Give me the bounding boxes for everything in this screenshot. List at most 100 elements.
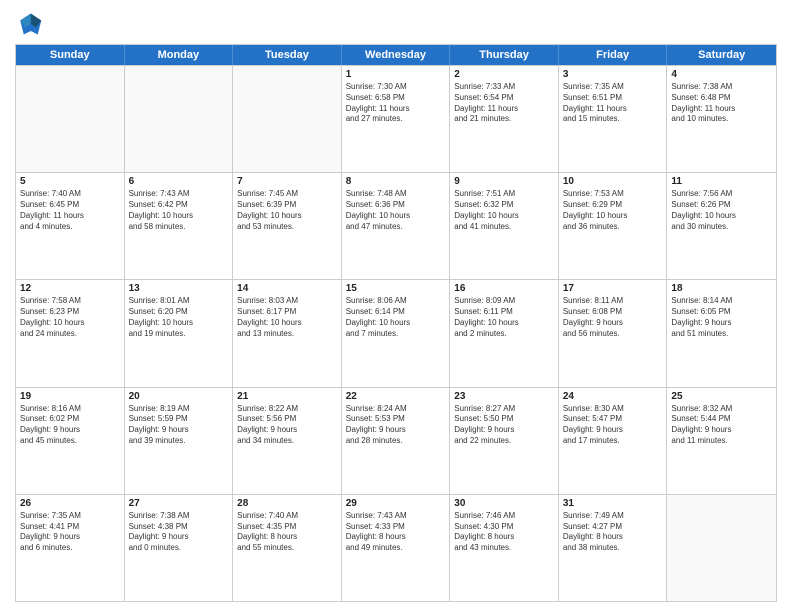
cell-info: Sunrise: 8:27 AM Sunset: 5:50 PM Dayligh… xyxy=(454,404,554,447)
calendar-cell-15: 15 Sunrise: 8:06 AM Sunset: 6:14 PM Dayli… xyxy=(342,280,451,386)
header-day-monday: Monday xyxy=(125,45,234,65)
cell-info: Sunrise: 7:56 AM Sunset: 6:26 PM Dayligh… xyxy=(671,189,772,232)
calendar-cell-2: 2 Sunrise: 7:33 AM Sunset: 6:54 PM Daylig… xyxy=(450,66,559,172)
calendar-header: SundayMondayTuesdayWednesdayThursdayFrid… xyxy=(16,45,776,65)
day-number: 14 xyxy=(237,283,337,294)
day-number: 15 xyxy=(346,283,446,294)
header-day-friday: Friday xyxy=(559,45,668,65)
calendar-row-3: 19 Sunrise: 8:16 AM Sunset: 6:02 PM Dayli… xyxy=(16,387,776,494)
header-day-wednesday: Wednesday xyxy=(342,45,451,65)
day-number: 18 xyxy=(671,283,772,294)
calendar-cell-13: 13 Sunrise: 8:01 AM Sunset: 6:20 PM Dayli… xyxy=(125,280,234,386)
cell-info: Sunrise: 8:14 AM Sunset: 6:05 PM Dayligh… xyxy=(671,296,772,339)
calendar-cell-29: 29 Sunrise: 7:43 AM Sunset: 4:33 PM Dayli… xyxy=(342,495,451,601)
calendar-row-1: 5Sunrise: 7:40 AM Sunset: 6:45 PM Daylig… xyxy=(16,172,776,279)
calendar-cell-17: 17 Sunrise: 8:11 AM Sunset: 6:08 PM Dayli… xyxy=(559,280,668,386)
day-number: 17 xyxy=(563,283,663,294)
calendar-cell-31: 31Sunrise: 7:49 AM Sunset: 4:27 PM Dayli… xyxy=(559,495,668,601)
day-number: 5 xyxy=(20,176,120,187)
day-number: 9 xyxy=(454,176,554,187)
day-number: 19 xyxy=(20,391,120,402)
calendar-cell-11: 11 Sunrise: 7:56 AM Sunset: 6:26 PM Dayli… xyxy=(667,173,776,279)
day-number: 25 xyxy=(671,391,772,402)
cell-info: Sunrise: 7:33 AM Sunset: 6:54 PM Dayligh… xyxy=(454,82,554,125)
calendar-cell-10: 10 Sunrise: 7:53 AM Sunset: 6:29 PM Dayli… xyxy=(559,173,668,279)
cell-info: Sunrise: 7:35 AM Sunset: 6:51 PM Dayligh… xyxy=(563,82,663,125)
cell-info: Sunrise: 8:32 AM Sunset: 5:44 PM Dayligh… xyxy=(671,404,772,447)
cell-info: Sunrise: 7:35 AM Sunset: 4:41 PM Dayligh… xyxy=(20,511,120,554)
day-number: 11 xyxy=(671,176,772,187)
calendar-cell-4: 4Sunrise: 7:38 AM Sunset: 6:48 PM Daylig… xyxy=(667,66,776,172)
day-number: 7 xyxy=(237,176,337,187)
calendar-cell-empty-0-2 xyxy=(233,66,342,172)
calendar-cell-empty-0-0 xyxy=(16,66,125,172)
calendar-cell-6: 6 Sunrise: 7:43 AM Sunset: 6:42 PM Daylig… xyxy=(125,173,234,279)
cell-info: Sunrise: 7:53 AM Sunset: 6:29 PM Dayligh… xyxy=(563,189,663,232)
calendar-cell-8: 8 Sunrise: 7:48 AM Sunset: 6:36 PM Daylig… xyxy=(342,173,451,279)
calendar-cell-28: 28 Sunrise: 7:40 AM Sunset: 4:35 PM Dayli… xyxy=(233,495,342,601)
day-number: 2 xyxy=(454,69,554,80)
calendar-body: 1Sunrise: 7:30 AM Sunset: 6:58 PM Daylig… xyxy=(16,65,776,601)
calendar-cell-30: 30 Sunrise: 7:46 AM Sunset: 4:30 PM Dayli… xyxy=(450,495,559,601)
cell-info: Sunrise: 7:43 AM Sunset: 6:42 PM Dayligh… xyxy=(129,189,229,232)
calendar-row-2: 12 Sunrise: 7:58 AM Sunset: 6:23 PM Dayli… xyxy=(16,279,776,386)
logo-icon xyxy=(15,10,43,38)
cell-info: Sunrise: 8:03 AM Sunset: 6:17 PM Dayligh… xyxy=(237,296,337,339)
day-number: 29 xyxy=(346,498,446,509)
calendar-cell-empty-4-6 xyxy=(667,495,776,601)
day-number: 12 xyxy=(20,283,120,294)
calendar-cell-5: 5Sunrise: 7:40 AM Sunset: 6:45 PM Daylig… xyxy=(16,173,125,279)
cell-info: Sunrise: 8:16 AM Sunset: 6:02 PM Dayligh… xyxy=(20,404,120,447)
calendar-cell-14: 14 Sunrise: 8:03 AM Sunset: 6:17 PM Dayli… xyxy=(233,280,342,386)
calendar-cell-23: 23 Sunrise: 8:27 AM Sunset: 5:50 PM Dayli… xyxy=(450,388,559,494)
calendar-cell-3: 3 Sunrise: 7:35 AM Sunset: 6:51 PM Daylig… xyxy=(559,66,668,172)
calendar-cell-1: 1Sunrise: 7:30 AM Sunset: 6:58 PM Daylig… xyxy=(342,66,451,172)
calendar-cell-25: 25 Sunrise: 8:32 AM Sunset: 5:44 PM Dayli… xyxy=(667,388,776,494)
cell-info: Sunrise: 8:22 AM Sunset: 5:56 PM Dayligh… xyxy=(237,404,337,447)
day-number: 27 xyxy=(129,498,229,509)
cell-info: Sunrise: 7:48 AM Sunset: 6:36 PM Dayligh… xyxy=(346,189,446,232)
cell-info: Sunrise: 7:40 AM Sunset: 4:35 PM Dayligh… xyxy=(237,511,337,554)
day-number: 8 xyxy=(346,176,446,187)
day-number: 6 xyxy=(129,176,229,187)
calendar-cell-20: 20Sunrise: 8:19 AM Sunset: 5:59 PM Dayli… xyxy=(125,388,234,494)
calendar-cell-21: 21Sunrise: 8:22 AM Sunset: 5:56 PM Dayli… xyxy=(233,388,342,494)
day-number: 30 xyxy=(454,498,554,509)
cell-info: Sunrise: 8:06 AM Sunset: 6:14 PM Dayligh… xyxy=(346,296,446,339)
cell-info: Sunrise: 7:58 AM Sunset: 6:23 PM Dayligh… xyxy=(20,296,120,339)
cell-info: Sunrise: 8:11 AM Sunset: 6:08 PM Dayligh… xyxy=(563,296,663,339)
header xyxy=(15,10,777,38)
cell-info: Sunrise: 7:46 AM Sunset: 4:30 PM Dayligh… xyxy=(454,511,554,554)
page: SundayMondayTuesdayWednesdayThursdayFrid… xyxy=(0,0,792,612)
day-number: 16 xyxy=(454,283,554,294)
cell-info: Sunrise: 7:45 AM Sunset: 6:39 PM Dayligh… xyxy=(237,189,337,232)
calendar-cell-16: 16Sunrise: 8:09 AM Sunset: 6:11 PM Dayli… xyxy=(450,280,559,386)
calendar-cell-9: 9 Sunrise: 7:51 AM Sunset: 6:32 PM Daylig… xyxy=(450,173,559,279)
day-number: 10 xyxy=(563,176,663,187)
day-number: 23 xyxy=(454,391,554,402)
header-day-sunday: Sunday xyxy=(16,45,125,65)
calendar-row-4: 26Sunrise: 7:35 AM Sunset: 4:41 PM Dayli… xyxy=(16,494,776,601)
calendar-cell-18: 18 Sunrise: 8:14 AM Sunset: 6:05 PM Dayli… xyxy=(667,280,776,386)
calendar: SundayMondayTuesdayWednesdayThursdayFrid… xyxy=(15,44,777,602)
day-number: 31 xyxy=(563,498,663,509)
day-number: 24 xyxy=(563,391,663,402)
cell-info: Sunrise: 8:19 AM Sunset: 5:59 PM Dayligh… xyxy=(129,404,229,447)
header-day-thursday: Thursday xyxy=(450,45,559,65)
cell-info: Sunrise: 7:30 AM Sunset: 6:58 PM Dayligh… xyxy=(346,82,446,125)
calendar-cell-7: 7 Sunrise: 7:45 AM Sunset: 6:39 PM Daylig… xyxy=(233,173,342,279)
header-day-saturday: Saturday xyxy=(667,45,776,65)
day-number: 22 xyxy=(346,391,446,402)
cell-info: Sunrise: 8:24 AM Sunset: 5:53 PM Dayligh… xyxy=(346,404,446,447)
day-number: 3 xyxy=(563,69,663,80)
day-number: 28 xyxy=(237,498,337,509)
calendar-cell-24: 24Sunrise: 8:30 AM Sunset: 5:47 PM Dayli… xyxy=(559,388,668,494)
calendar-cell-26: 26Sunrise: 7:35 AM Sunset: 4:41 PM Dayli… xyxy=(16,495,125,601)
calendar-cell-12: 12 Sunrise: 7:58 AM Sunset: 6:23 PM Dayli… xyxy=(16,280,125,386)
day-number: 13 xyxy=(129,283,229,294)
cell-info: Sunrise: 8:01 AM Sunset: 6:20 PM Dayligh… xyxy=(129,296,229,339)
cell-info: Sunrise: 7:38 AM Sunset: 6:48 PM Dayligh… xyxy=(671,82,772,125)
calendar-cell-empty-0-1 xyxy=(125,66,234,172)
cell-info: Sunrise: 7:51 AM Sunset: 6:32 PM Dayligh… xyxy=(454,189,554,232)
cell-info: Sunrise: 7:43 AM Sunset: 4:33 PM Dayligh… xyxy=(346,511,446,554)
